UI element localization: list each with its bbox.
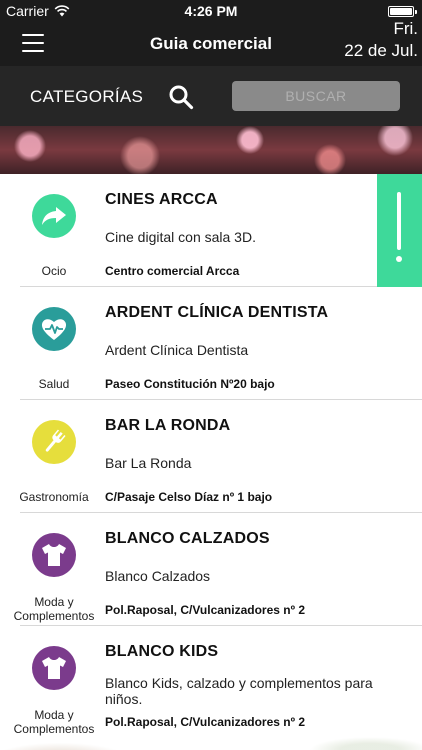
business-description: Cine digital con sala 3D. — [105, 229, 256, 245]
business-name: ARDENT CLÍNICA DENTISTA — [105, 304, 329, 321]
exclamation-icon — [397, 192, 401, 250]
category-label: Gastronomía — [19, 490, 89, 504]
list-item[interactable]: Ocio CINES ARCCA Cine digital con sala 3… — [0, 174, 422, 287]
date-display: Fri. 22 de Jul. — [344, 18, 418, 62]
clock: 4:26 PM — [184, 3, 238, 19]
business-description: Bar La Ronda — [105, 455, 192, 471]
date-day: Fri. — [393, 19, 418, 38]
category-label: Moda y Complementos — [13, 595, 95, 623]
business-description: Blanco Calzados — [105, 568, 211, 584]
tshirt-icon — [32, 646, 76, 690]
category-label: Ocio — [41, 264, 67, 278]
share-arrow-icon — [32, 194, 76, 238]
nav-bar: Guia comercial Fri. 22 de Jul. — [0, 19, 422, 66]
business-name: BAR LA RONDA — [105, 417, 231, 434]
list-item[interactable]: Gastronomía BAR LA RONDA Bar La Ronda C/… — [0, 400, 422, 513]
business-description: Blanco Kids, calzado y complementos para… — [105, 675, 373, 707]
category-label: Moda y Complementos — [13, 708, 95, 736]
category-label: Salud — [38, 377, 70, 391]
search-bar: CATEGORÍAS BUSCAR — [0, 66, 422, 126]
business-address: C/Pasaje Celso Díaz nº 1 bajo — [105, 490, 273, 504]
business-address: Pol.Raposal, C/Vulcanizadores nº 2 — [105, 715, 305, 729]
business-description: Ardent Clínica Dentista — [105, 342, 249, 358]
business-name: BLANCO CALZADOS — [105, 530, 270, 547]
business-name: BLANCO KIDS — [105, 643, 219, 660]
list-item[interactable]: Moda y Complementos BLANCO KIDS Blanco K… — [0, 626, 422, 739]
search-button[interactable]: BUSCAR — [232, 81, 400, 111]
heart-pulse-icon — [32, 307, 76, 351]
header-banner-image — [0, 126, 422, 174]
fork-icon — [32, 420, 76, 464]
tshirt-icon — [32, 533, 76, 577]
business-address: Centro comercial Arcca — [105, 264, 240, 278]
battery-icon — [388, 6, 417, 17]
business-list: Ocio CINES ARCCA Cine digital con sala 3… — [0, 174, 422, 750]
exclamation-dot — [396, 256, 402, 262]
swipe-action-button[interactable] — [377, 174, 422, 287]
list-item[interactable]: Moda y Complementos BLANCO CALZADOS Blan… — [0, 513, 422, 626]
date-full: 22 de Jul. — [344, 41, 418, 60]
business-address: Paseo Constitución Nº20 bajo — [105, 377, 275, 391]
categories-button[interactable]: CATEGORÍAS — [30, 87, 143, 107]
list-item[interactable]: Salud ARDENT CLÍNICA DENTISTA Ardent Clí… — [0, 287, 422, 400]
search-icon[interactable] — [168, 84, 194, 110]
business-address: Pol.Raposal, C/Vulcanizadores nº 2 — [105, 603, 305, 617]
business-name: CINES ARCCA — [105, 191, 218, 208]
